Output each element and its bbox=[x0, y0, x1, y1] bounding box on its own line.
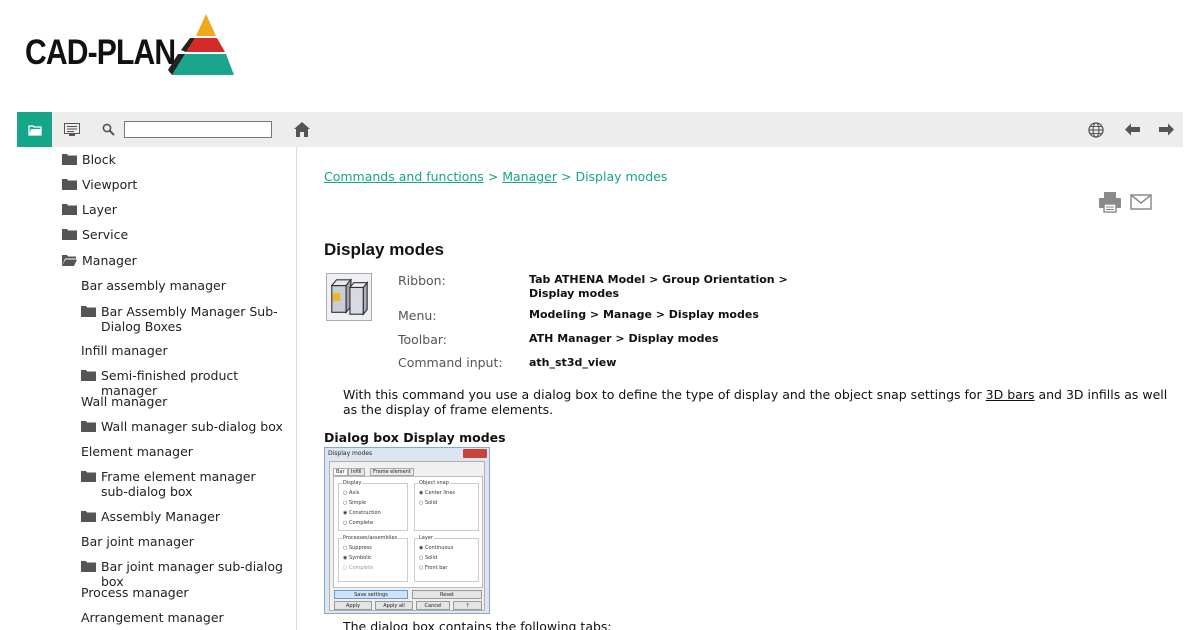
dialog-reset-button: Reset bbox=[412, 590, 482, 599]
dialog-screenshot: Display modes Bar Infill Frame element D… bbox=[324, 447, 490, 614]
display-group: Display Axis Simple Construction Complet… bbox=[338, 480, 408, 531]
folder-icon bbox=[62, 154, 77, 165]
folder-icon bbox=[81, 511, 96, 522]
home-icon bbox=[294, 122, 310, 137]
menu-value: Modeling > Manage > Display modes bbox=[529, 308, 759, 321]
toc-folder-button[interactable] bbox=[17, 112, 52, 147]
header: CAD-PLAN bbox=[0, 0, 1200, 112]
print-icon[interactable] bbox=[1098, 191, 1122, 213]
sidebar-item-assembly-manager[interactable]: Assembly Manager bbox=[81, 509, 220, 524]
sidebar-item-bar-joint-manager[interactable]: Bar joint manager bbox=[81, 534, 194, 549]
command-input-value: ath_st3d_view bbox=[529, 356, 617, 369]
dialog-help-button: ? bbox=[453, 601, 482, 610]
sidebar-item-wall-manager-sub-dialog[interactable]: Wall manager sub-dialog box bbox=[81, 419, 283, 434]
toolbar-value: ATH Manager > Display modes bbox=[529, 332, 719, 345]
index-list-icon bbox=[64, 123, 80, 136]
sidebar-item-block[interactable]: Block bbox=[62, 152, 116, 167]
dialog-tab-bar: Bar bbox=[333, 468, 348, 476]
back-button[interactable] bbox=[1119, 112, 1145, 147]
folder-icon bbox=[81, 370, 96, 381]
index-button[interactable] bbox=[59, 112, 85, 147]
folder-open-icon bbox=[62, 255, 77, 266]
intro-paragraph: With this command you use a dialog box t… bbox=[343, 387, 1168, 417]
sidebar-item-bar-assembly-sub-dialogs[interactable]: Bar Assembly Manager Sub-Dialog Boxes bbox=[81, 304, 296, 334]
sidebar-item-infill-manager[interactable]: Infill manager bbox=[81, 343, 168, 358]
breadcrumb: Commands and functions > Manager > Displ… bbox=[324, 169, 668, 184]
dialog-apply-all-button: Apply all bbox=[375, 601, 413, 610]
layer-group: Layer Continuous Solid Front bar bbox=[414, 535, 479, 582]
arrow-left-icon bbox=[1124, 123, 1140, 136]
sidebar-item-process-manager[interactable]: Process manager bbox=[81, 585, 189, 600]
sidebar-item-service[interactable]: Service bbox=[62, 227, 128, 242]
dialog-title: Display modes bbox=[328, 450, 373, 457]
breadcrumb-link-commands[interactable]: Commands and functions bbox=[324, 169, 484, 184]
section-heading: Dialog box Display modes bbox=[324, 430, 506, 445]
search-icon bbox=[102, 123, 115, 136]
display-modes-command-icon bbox=[326, 273, 372, 321]
dialog-close-icon bbox=[463, 449, 487, 458]
menu-label: Menu: bbox=[398, 308, 437, 323]
mail-icon[interactable] bbox=[1130, 194, 1152, 210]
dialog-tab-infill: Infill bbox=[348, 468, 365, 476]
object-snap-group: Object snap Center lines Solid bbox=[414, 480, 479, 531]
dialog-tab-frame-element: Frame element bbox=[370, 468, 414, 476]
toolbar bbox=[17, 112, 1183, 147]
toolbar-label: Toolbar: bbox=[398, 332, 448, 347]
link-3d-bars[interactable]: 3D bars bbox=[986, 387, 1035, 402]
sidebar-item-wall-manager[interactable]: Wall manager bbox=[81, 394, 167, 409]
dialog-cancel-button: Cancel bbox=[416, 601, 450, 610]
main-content: Commands and functions > Manager > Displ… bbox=[324, 147, 1184, 630]
logo-text: CAD-PLAN bbox=[25, 33, 176, 72]
forward-button[interactable] bbox=[1153, 112, 1179, 147]
command-input-label: Command input: bbox=[398, 355, 503, 370]
globe-icon bbox=[1088, 121, 1104, 138]
search-input[interactable] bbox=[124, 121, 272, 138]
folder-icon bbox=[81, 306, 96, 317]
dialog-save-settings-button: Save settings bbox=[334, 590, 408, 599]
folder-icon bbox=[81, 421, 96, 432]
home-button[interactable] bbox=[290, 112, 314, 147]
arrow-right-icon bbox=[1158, 123, 1174, 136]
sidebar-item-layer[interactable]: Layer bbox=[62, 202, 117, 217]
dialog-body: Bar Infill Frame element Display Axis Si… bbox=[329, 461, 485, 611]
breadcrumb-current: Display modes bbox=[575, 169, 668, 184]
processes-group: Processes/assemblies Suppress Symbolic C… bbox=[338, 535, 408, 582]
dialog-panel: Display Axis Simple Construction Complet… bbox=[333, 476, 483, 588]
search-button[interactable] bbox=[97, 112, 119, 147]
logo-pyramid-icon bbox=[168, 14, 234, 75]
sidebar-item-manager[interactable]: Manager bbox=[62, 253, 137, 268]
folder-icon bbox=[62, 204, 77, 215]
dialog-apply-button: Apply bbox=[334, 601, 372, 610]
sidebar-item-viewport[interactable]: Viewport bbox=[62, 177, 137, 192]
folder-icon bbox=[62, 229, 77, 240]
ribbon-label: Ribbon: bbox=[398, 273, 446, 288]
sidebar-item-arrangement-manager[interactable]: Arrangement manager bbox=[81, 610, 224, 625]
page-title: Display modes bbox=[324, 240, 444, 259]
sidebar-nav: Block Viewport Layer Service Manager Bar… bbox=[17, 147, 297, 630]
folder-icon bbox=[81, 471, 96, 482]
folder-icon bbox=[27, 124, 42, 136]
sidebar-item-bar-assembly-manager[interactable]: Bar assembly manager bbox=[81, 278, 226, 293]
folder-icon bbox=[81, 561, 96, 572]
sidebar-item-element-manager[interactable]: Element manager bbox=[81, 444, 193, 459]
folder-icon bbox=[62, 179, 77, 190]
sidebar-item-frame-element-manager-sub-dialog[interactable]: Frame element manager sub-dialog box bbox=[81, 469, 281, 499]
ribbon-value: Tab ATHENA Model > Group Orientation > D… bbox=[529, 273, 788, 300]
language-button[interactable] bbox=[1083, 112, 1109, 147]
breadcrumb-link-manager[interactable]: Manager bbox=[502, 169, 557, 184]
tabs-intro-text: The dialog box contains the following ta… bbox=[343, 619, 612, 630]
